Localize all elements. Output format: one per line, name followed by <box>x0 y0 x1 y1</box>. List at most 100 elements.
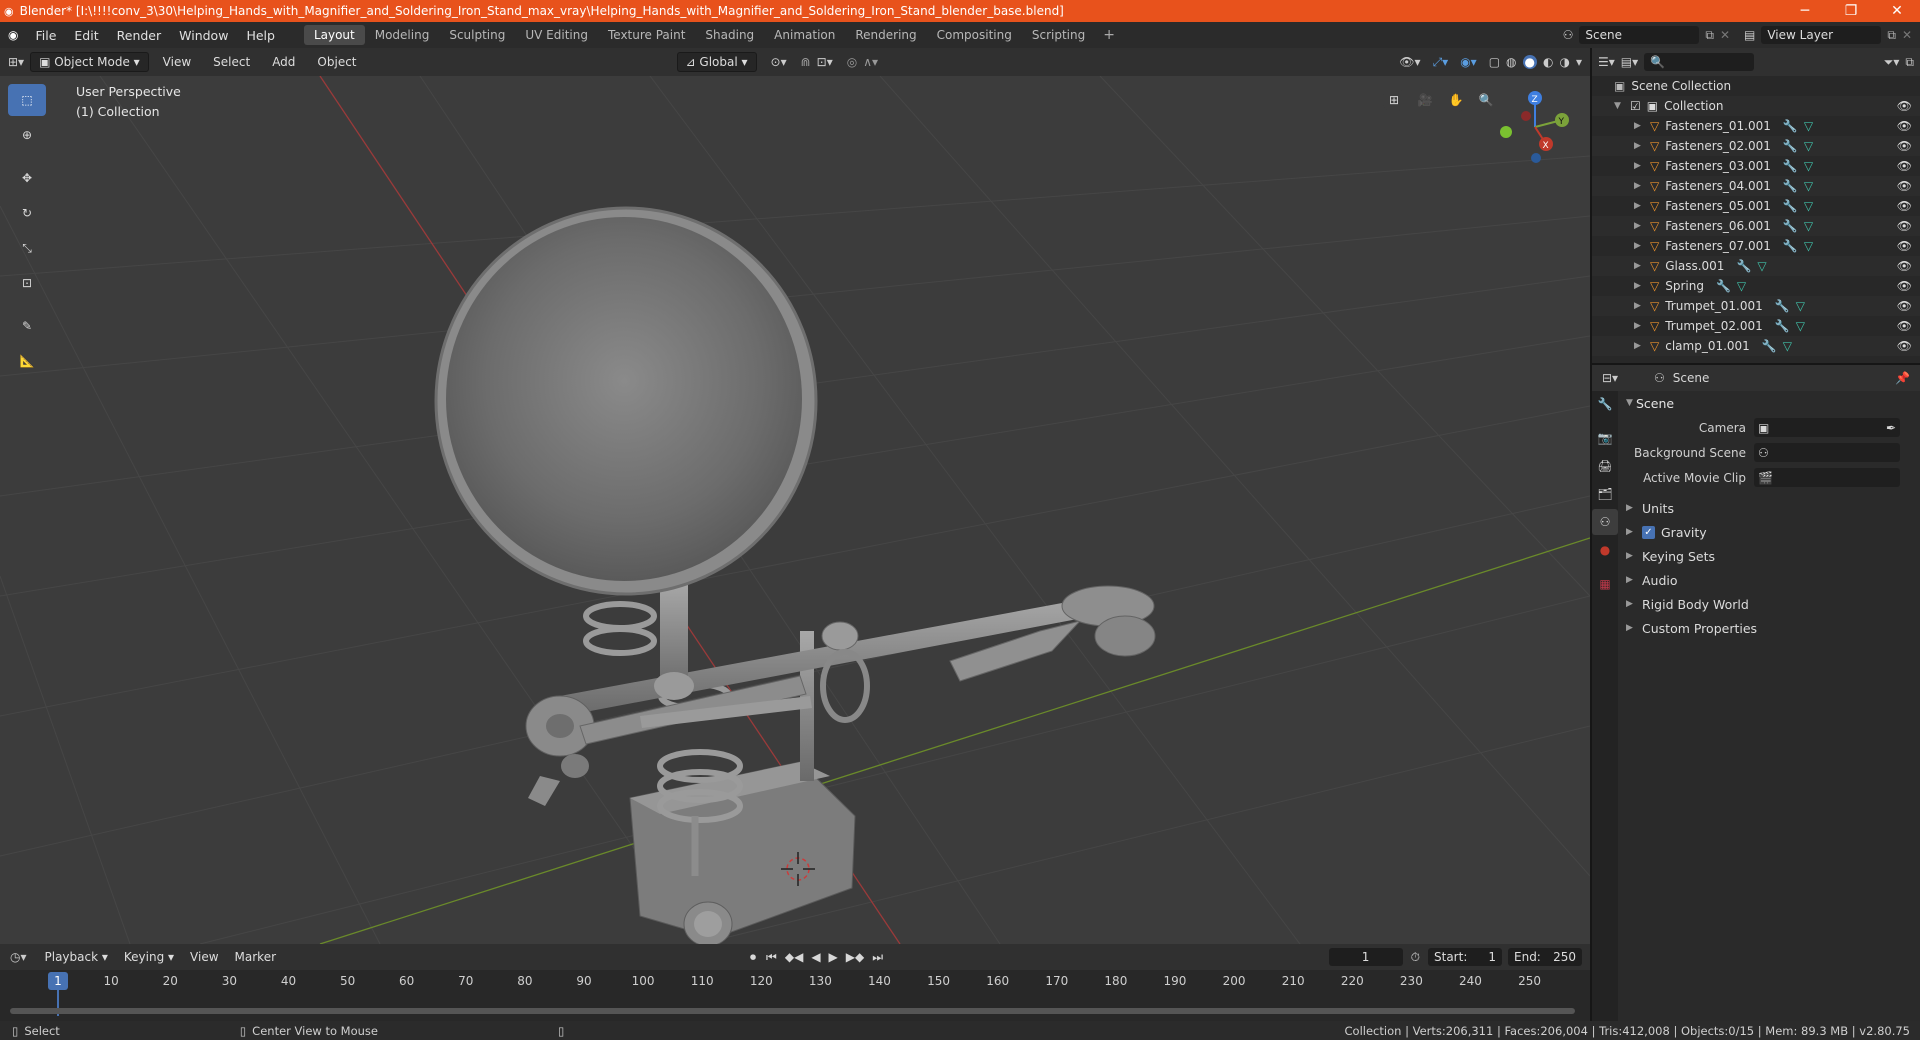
expand-arrow-icon[interactable]: ▶ <box>1634 341 1644 351</box>
eye-icon[interactable]: 👁 <box>1897 319 1912 333</box>
expand-arrow-icon[interactable]: ▶ <box>1634 301 1644 311</box>
mesh-data-icon[interactable]: ▽ <box>1804 159 1813 173</box>
eye-icon[interactable]: 👁 <box>1897 159 1912 173</box>
close-button[interactable]: ✕ <box>1874 3 1920 19</box>
timeline-editor-icon[interactable]: ◷▾ <box>0 950 37 964</box>
tab-shading[interactable]: Shading <box>695 25 764 45</box>
move-tool[interactable]: ✥ <box>8 162 46 194</box>
gravity-checkbox[interactable]: ✓ <box>1642 525 1655 539</box>
playback-menu[interactable]: Playback ▾ <box>37 948 116 966</box>
snap-icon[interactable]: ⋒ <box>801 55 811 69</box>
expand-arrow-icon[interactable]: ▶ <box>1634 221 1644 231</box>
menu-edit[interactable]: Edit <box>65 28 107 43</box>
timeline-scrollbar[interactable] <box>10 1008 1575 1014</box>
tab-modeling[interactable]: Modeling <box>365 25 440 45</box>
gizmo-toggle-icon[interactable]: ⤢▾ <box>1433 55 1449 70</box>
mesh-data-icon[interactable]: ▽ <box>1804 219 1813 233</box>
modifier-wrench-icon[interactable]: 🔧 <box>1736 259 1751 273</box>
mesh-data-icon[interactable]: ▽ <box>1804 199 1813 213</box>
expand-arrow-icon[interactable]: ▶ <box>1634 321 1644 331</box>
outliner-object-row[interactable]: ▶ ▽ Fasteners_05.001 🔧 ▽ 👁 <box>1592 196 1920 216</box>
outliner-object-row[interactable]: ▶ ▽ clamp_01.001 🔧 ▽ 👁 <box>1592 336 1920 356</box>
measure-tool[interactable]: 📐 <box>8 345 46 377</box>
mesh-data-icon[interactable]: ▽ <box>1796 299 1805 313</box>
rigid-body-world-panel[interactable]: ▶ Rigid Body World <box>1618 592 1920 616</box>
pan-hand-icon[interactable]: ✋ <box>1444 88 1468 112</box>
3d-viewport[interactable]: User Perspective (1) Collection ⊞ 🎥 ✋ 🔍 … <box>0 76 1590 944</box>
outliner-search-input[interactable]: 🔍 <box>1644 53 1755 71</box>
eye-icon[interactable]: 👁 <box>1897 179 1912 193</box>
outliner-collection[interactable]: ▼ ☑ ▣ Collection 👁 <box>1592 96 1920 116</box>
frame-ruler[interactable]: 1 10 20 30 40 50 60 70 80 90 100 110 120 130 140 150 160… <box>0 970 1590 992</box>
prev-keyframe-icon[interactable]: ◆◀ <box>781 950 807 964</box>
scene-icon[interactable]: ⚇ <box>1563 28 1574 42</box>
start-frame-field[interactable]: Start: 1 <box>1428 948 1502 966</box>
expand-arrow-icon[interactable]: ▶ <box>1634 261 1644 271</box>
material-shading-icon[interactable]: ◐ <box>1543 55 1553 69</box>
tab-texture-paint[interactable]: Texture Paint <box>598 25 695 45</box>
eye-icon[interactable]: 👁 <box>1897 339 1912 353</box>
eye-icon[interactable]: 👁 <box>1897 119 1912 133</box>
current-frame-field[interactable]: 1 <box>1328 948 1403 966</box>
eye-icon[interactable]: 👁 <box>1897 219 1912 233</box>
visibility-icon[interactable]: 👁▾ <box>1399 55 1420 69</box>
transform-orientation-selector[interactable]: ⊿ Global ▾ <box>676 52 757 72</box>
outliner-object-row[interactable]: ▶ ▽ Fasteners_01.001 🔧 ▽ 👁 <box>1592 116 1920 136</box>
outliner-object-row[interactable]: ▶ ▽ Fasteners_04.001 🔧 ▽ 👁 <box>1592 176 1920 196</box>
cursor-tool[interactable]: ⊕ <box>8 119 46 151</box>
new-collection-icon[interactable]: ⧉ <box>1905 55 1914 70</box>
menu-view[interactable]: View <box>155 53 199 71</box>
blender-menu-icon[interactable]: ◉ <box>0 28 26 42</box>
keying-menu[interactable]: Keying ▾ <box>116 948 182 966</box>
pin-icon[interactable]: 📌 <box>1895 371 1910 385</box>
modifier-wrench-icon[interactable]: 🔧 <box>1783 159 1798 173</box>
outliner-object-row[interactable]: ▶ ▽ Trumpet_01.001 🔧 ▽ 👁 <box>1592 296 1920 316</box>
mode-selector[interactable]: ▣ Object Mode ▾ <box>30 52 149 72</box>
pivot-point-icon[interactable]: ⊙▾ <box>771 55 787 69</box>
new-view-layer-icon[interactable]: ⧉ <box>1887 28 1896 43</box>
mesh-data-icon[interactable]: ▽ <box>1757 259 1766 273</box>
outliner-object-row[interactable]: ▶ ▽ Fasteners_06.001 🔧 ▽ 👁 <box>1592 216 1920 236</box>
filter-icon[interactable]: ⏷▾ <box>1884 55 1900 70</box>
tab-sculpting[interactable]: Sculpting <box>439 25 515 45</box>
xray-toggle-icon[interactable]: ▢ <box>1489 55 1500 69</box>
camera-view-icon[interactable]: 🎥 <box>1413 88 1437 112</box>
navigation-gizmo[interactable]: Z Y X <box>1490 82 1580 172</box>
mesh-data-icon[interactable]: ▽ <box>1804 239 1813 253</box>
tab-uv-editing[interactable]: UV Editing <box>515 25 598 45</box>
outliner-scene-collection[interactable]: ▣ Scene Collection <box>1592 76 1920 96</box>
movie-clip-field[interactable]: 🎬 <box>1754 468 1900 487</box>
overlay-toggle-icon[interactable]: ◉▾ <box>1460 55 1477 69</box>
mesh-data-icon[interactable]: ▽ <box>1804 179 1813 193</box>
transform-tool[interactable]: ⊡ <box>8 267 46 299</box>
mesh-data-icon[interactable]: ▽ <box>1804 119 1813 133</box>
jump-end-icon[interactable]: ⏭ <box>868 950 887 965</box>
eye-icon[interactable]: 👁 <box>1897 99 1912 113</box>
scene-selector[interactable]: Scene <box>1579 26 1700 44</box>
mesh-data-icon[interactable]: ▽ <box>1783 339 1792 353</box>
scene-tab[interactable]: ⚇ <box>1592 509 1618 535</box>
eye-icon[interactable]: 👁 <box>1897 239 1912 253</box>
output-tab[interactable]: 🖨 <box>1592 453 1618 479</box>
editor-type-icon[interactable]: ⊞▾ <box>8 55 24 69</box>
select-box-tool[interactable]: ⬚ <box>8 84 46 116</box>
world-tab[interactable]: ● <box>1592 537 1618 563</box>
minimize-button[interactable]: ─ <box>1782 3 1828 19</box>
next-keyframe-icon[interactable]: ▶◆ <box>842 950 868 964</box>
custom-properties-panel[interactable]: ▶ Custom Properties <box>1618 616 1920 640</box>
new-scene-icon[interactable]: ⧉ <box>1705 28 1714 43</box>
marker-menu[interactable]: Marker <box>227 948 284 966</box>
solid-shading-icon[interactable]: ● <box>1522 55 1537 69</box>
gravity-panel[interactable]: ▶ ✓ Gravity <box>1618 520 1920 544</box>
eye-icon[interactable]: 👁 <box>1897 139 1912 153</box>
eye-icon[interactable]: 👁 <box>1897 279 1912 293</box>
expand-arrow-icon[interactable]: ▼ <box>1614 101 1624 111</box>
modifier-wrench-icon[interactable]: 🔧 <box>1775 299 1790 313</box>
modifier-wrench-icon[interactable]: 🔧 <box>1783 119 1798 133</box>
outliner-object-row[interactable]: ▶ ▽ Fasteners_03.001 🔧 ▽ 👁 <box>1592 156 1920 176</box>
modifier-wrench-icon[interactable]: 🔧 <box>1783 179 1798 193</box>
eye-icon[interactable]: 👁 <box>1897 199 1912 213</box>
keying-sets-panel[interactable]: ▶ Keying Sets <box>1618 544 1920 568</box>
modifier-wrench-icon[interactable]: 🔧 <box>1775 319 1790 333</box>
outliner-object-row[interactable]: ▶ ▽ Fasteners_07.001 🔧 ▽ 👁 <box>1592 236 1920 256</box>
